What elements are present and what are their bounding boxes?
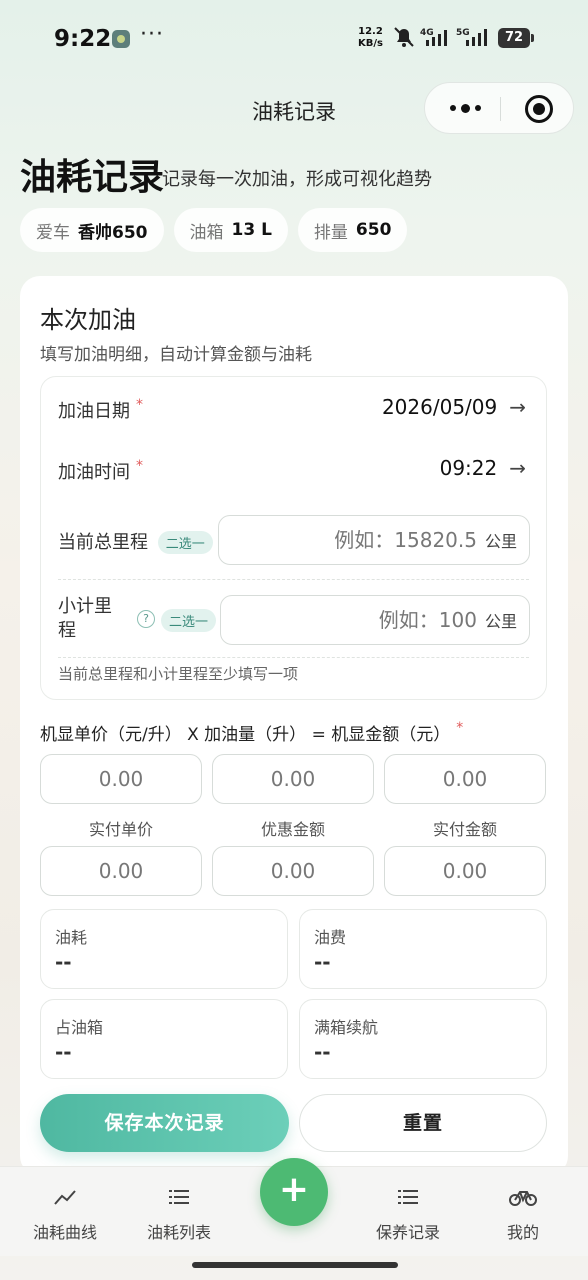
refuel-card: 本次加油 填写加油明细，自动计算金额与油耗 加油日期 * 2026/05/09 →…	[20, 276, 568, 1176]
discount-label: 优惠金额	[260, 820, 325, 839]
trip-label: 小计里程	[58, 596, 112, 641]
page-title: 油耗记录	[20, 157, 165, 198]
reset-button[interactable]: 重置	[299, 1094, 547, 1152]
paid-unit-price-input[interactable]: 0.00	[40, 846, 202, 896]
chip-tank[interactable]: 油箱 13 L	[173, 208, 288, 252]
date-value: 2026/05/09	[381, 395, 498, 419]
list-icon	[169, 1190, 189, 1204]
display-unit-price-input[interactable]: 0.00	[40, 754, 202, 804]
time-picker[interactable]: 09:22 →	[440, 456, 526, 480]
app-notification-icon	[112, 30, 130, 48]
vehicle-chips: 爱车 香帅650 油箱 13 L 排量 650	[20, 208, 408, 252]
battery-icon: 72	[498, 28, 534, 48]
display-amount-input[interactable]: 0.00	[384, 754, 546, 804]
card-title: 本次加油	[40, 306, 136, 334]
price-formula-label: 机显单价（元/升） X 加油量（升） = 机显金额（元） *	[40, 720, 464, 745]
tab-mine[interactable]: 我的	[473, 1185, 573, 1243]
svg-text:5G: 5G	[456, 28, 470, 38]
divider	[58, 579, 529, 580]
date-label: 加油日期 *	[58, 397, 143, 422]
stat-tank-ratio: 占油箱 --	[40, 999, 288, 1079]
arrow-right-icon: →	[509, 395, 526, 419]
tab-consumption-chart[interactable]: 油耗曲线	[15, 1185, 115, 1243]
signal-5g-icon: 5G	[456, 28, 487, 46]
status-time: 9:22	[54, 26, 112, 52]
date-mileage-section: 加油日期 * 2026/05/09 → 加油时间 * 09:22 → 当前总里程 二…	[40, 376, 547, 700]
capsule-divider	[500, 97, 501, 121]
svg-text:4G: 4G	[420, 28, 434, 38]
save-record-button[interactable]: 保存本次记录	[40, 1094, 289, 1152]
stat-full-range: 满箱续航 --	[299, 999, 547, 1079]
bicycle-icon	[509, 1191, 537, 1206]
page-subtitle: 记录每一次加油，形成可视化趋势	[162, 169, 432, 190]
arrow-right-icon: →	[509, 456, 526, 480]
fuel-volume-input[interactable]: 0.00	[212, 754, 374, 804]
paid-amount-input[interactable]: 0.00	[384, 846, 546, 896]
trip-input[interactable]: 例如：100 公里	[220, 595, 530, 645]
close-program-icon[interactable]	[525, 95, 553, 123]
either-one-badge: 二选一	[161, 609, 217, 632]
date-picker[interactable]: 2026/05/09 →	[382, 395, 526, 419]
add-record-button[interactable]: +	[260, 1158, 328, 1226]
either-one-badge: 二选一	[157, 531, 213, 554]
home-indicator[interactable]	[192, 1262, 398, 1268]
stat-fuel-cost: 油费 --	[299, 909, 547, 989]
status-bar: 9:22 ··· 12.2 KB/s 4G 5G 72	[0, 0, 588, 80]
paid-amount-label: 实付金额	[432, 820, 497, 839]
chip-displacement[interactable]: 排量 650	[297, 208, 408, 252]
stat-consumption: 油耗 --	[40, 909, 288, 989]
divider	[58, 657, 529, 658]
mute-icon	[394, 27, 414, 47]
chip-car[interactable]: 爱车 香帅650	[20, 208, 164, 252]
odometer-input[interactable]: 例如：15820.5 公里	[218, 515, 530, 565]
help-icon[interactable]: ?	[137, 610, 155, 628]
trend-icon	[54, 1190, 76, 1205]
more-notifications-icon: ···	[140, 22, 164, 47]
odometer-label: 当前总里程 二选一	[58, 528, 213, 554]
tab-consumption-list[interactable]: 油耗列表	[129, 1185, 229, 1243]
list-icon	[398, 1190, 418, 1204]
tab-maintenance[interactable]: 保养记录	[358, 1185, 458, 1243]
mini-program-capsule	[424, 82, 574, 134]
paid-unit-price-label: 实付单价	[88, 820, 153, 839]
mileage-hint: 当前总里程和小计里程至少填写一项	[58, 665, 299, 683]
time-label: 加油时间 *	[58, 458, 143, 483]
network-speed: 12.2 KB/s	[358, 26, 383, 49]
time-value: 09:22	[439, 456, 498, 480]
signal-4g-icon: 4G	[420, 28, 447, 46]
more-menu-icon[interactable]	[445, 97, 485, 119]
discount-input[interactable]: 0.00	[212, 846, 374, 896]
card-subtitle: 填写加油明细，自动计算金额与油耗	[40, 345, 312, 365]
